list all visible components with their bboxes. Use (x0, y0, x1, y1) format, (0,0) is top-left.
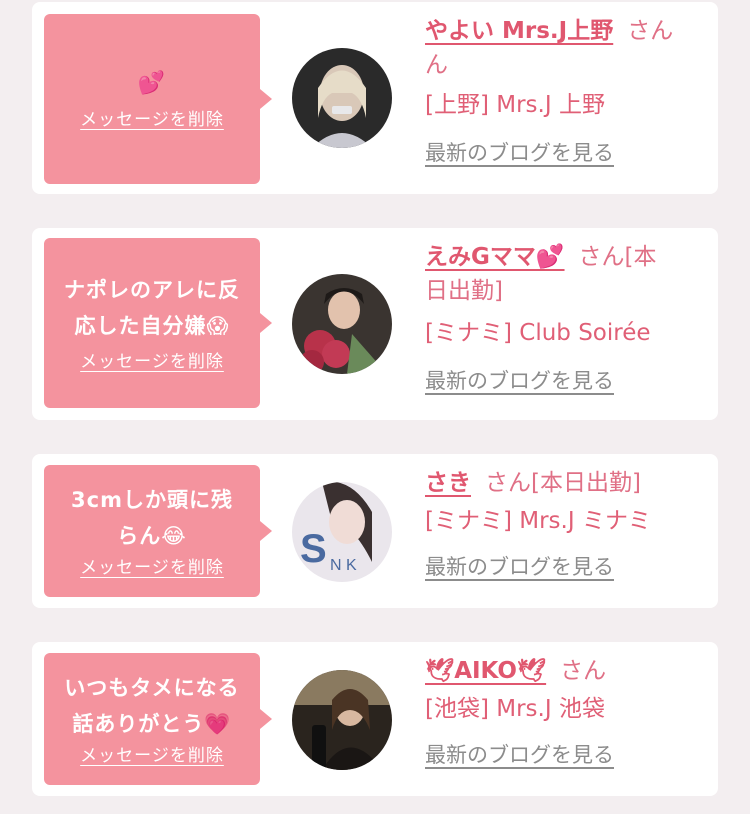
shop-label: [上野] Mrs.J 上野 (425, 92, 605, 118)
honorific: さん (560, 658, 607, 684)
user-name-link[interactable]: さき (425, 470, 471, 496)
message-bubble: いつもタメになる 話ありがとう💗 メッセージを削除 (44, 653, 272, 785)
honorific-wrap: ん (425, 52, 448, 78)
latest-blog-link[interactable]: 最新のブログを見る (425, 141, 614, 165)
message-text: らん😂 (117, 524, 187, 548)
latest-blog-link[interactable]: 最新のブログを見る (425, 555, 614, 579)
message-text: 3cmしか頭に残 (71, 488, 233, 512)
user-name-link[interactable]: 🕊AIKO🕊 (425, 658, 546, 684)
message-card: いつもタメになる 話ありがとう💗 メッセージを削除 🕊AIKO🕊 さん [池袋] … (32, 642, 718, 796)
message-text: 応した自分嫌😱 (74, 314, 230, 338)
shop-label: [ミナミ] Club Soirée (425, 320, 651, 346)
honorific: さん[本 (578, 244, 657, 270)
svg-text:N K: N K (330, 557, 357, 574)
message-bubble: 3cmしか頭に残 らん😂 メッセージを削除 (44, 465, 272, 597)
delete-message-link[interactable]: メッセージを削除 (80, 744, 224, 768)
user-name-link[interactable]: やよい Mrs.J上野 (425, 18, 613, 44)
shop-label: [池袋] Mrs.J 池袋 (425, 696, 605, 722)
delete-message-link[interactable]: メッセージを削除 (80, 108, 224, 132)
message-card: 💕 メッセージを削除 やよい Mrs.J上野 さん ん [上野] Mrs.J 上野… (32, 2, 718, 194)
message-text: いつもタメになる (64, 676, 240, 700)
message-text: 話ありがとう💗 (72, 712, 232, 736)
message-card: 3cmしか頭に残 らん😂 メッセージを削除 S N K さき さん[本日出勤] [… (32, 454, 718, 608)
message-text: ナポレのアレに反 (64, 278, 240, 302)
message-card: ナポレのアレに反 応した自分嫌😱 メッセージを削除 えみGママ💕 さん[本 日出勤… (32, 228, 718, 420)
message-bubble: 💕 メッセージを削除 (44, 14, 272, 184)
avatar[interactable] (292, 48, 392, 148)
latest-blog-link[interactable]: 最新のブログを見る (425, 369, 614, 393)
message-bubble: ナポレのアレに反 応した自分嫌😱 メッセージを削除 (44, 238, 272, 408)
delete-message-link[interactable]: メッセージを削除 (80, 556, 224, 580)
user-name-link[interactable]: えみGママ💕 (425, 244, 565, 270)
avatar[interactable] (292, 274, 392, 374)
user-info: さき さん[本日出勤] [ミナミ] Mrs.J ミナミ 最新のブログを見る (425, 466, 705, 582)
avatar[interactable]: S N K (292, 482, 392, 582)
avatar[interactable] (292, 670, 392, 770)
delete-message-link[interactable]: メッセージを削除 (80, 350, 224, 374)
honorific: さん (627, 18, 674, 44)
latest-blog-link[interactable]: 最新のブログを見る (425, 743, 614, 767)
status-wrap: 日出勤] (425, 278, 503, 304)
user-info: やよい Mrs.J上野 さん ん [上野] Mrs.J 上野 最新のブログを見る (425, 14, 705, 168)
message-text: 💕 (137, 71, 167, 96)
svg-text:S: S (300, 527, 327, 571)
honorific: さん[本日出勤] (485, 470, 641, 496)
user-info: 🕊AIKO🕊 さん [池袋] Mrs.J 池袋 最新のブログを見る (425, 654, 705, 770)
user-info: えみGママ💕 さん[本 日出勤] [ミナミ] Club Soirée 最新のブログ… (425, 240, 705, 396)
shop-label: [ミナミ] Mrs.J ミナミ (425, 508, 651, 534)
